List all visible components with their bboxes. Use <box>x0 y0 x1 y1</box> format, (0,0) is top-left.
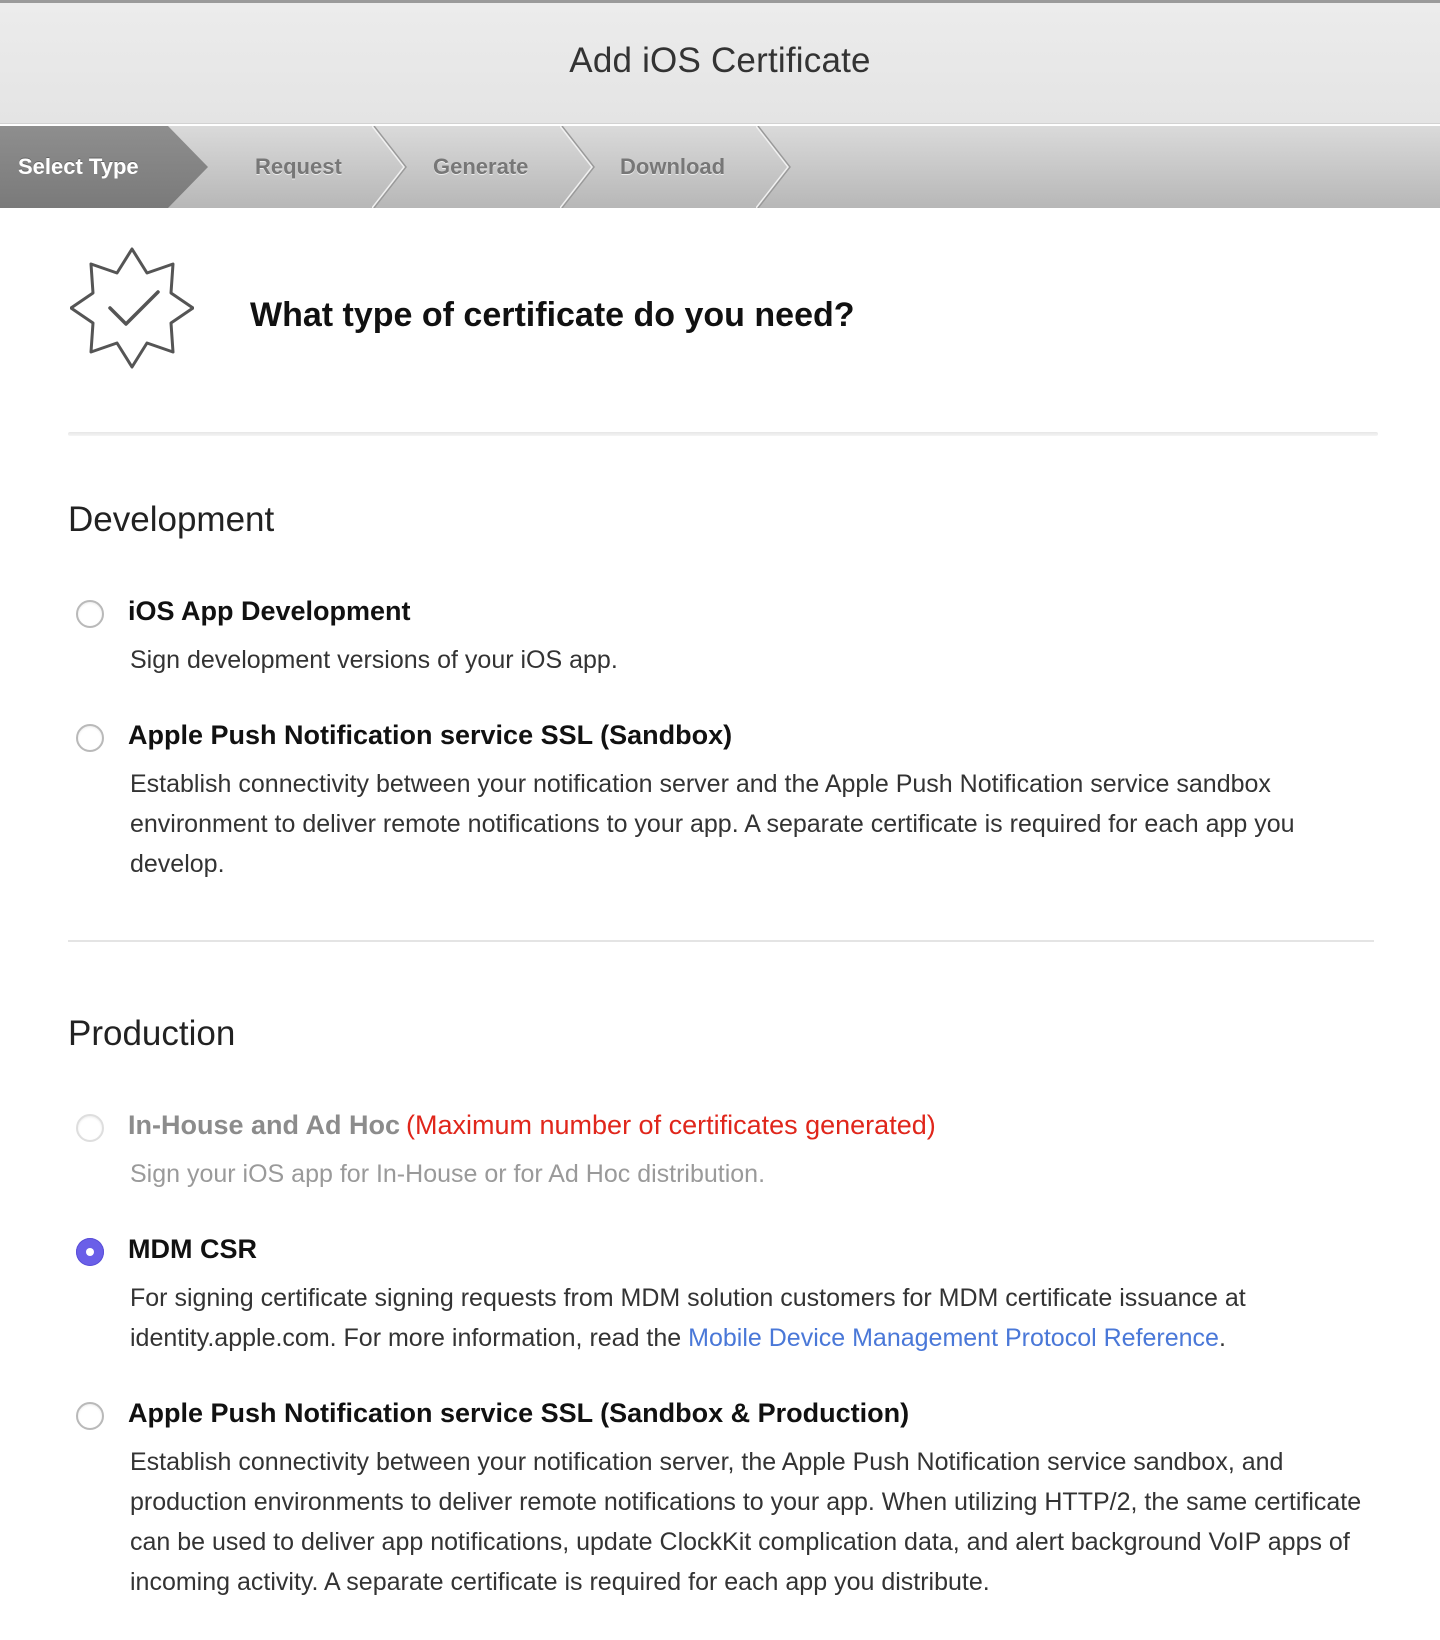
radio-inhouse-adhoc <box>76 1114 104 1142</box>
section-title-development: Development <box>68 500 275 539</box>
option-title-text: In-House and Ad Hoc <box>128 1110 401 1140</box>
divider <box>68 432 1378 436</box>
step-select-type: Select Type <box>0 126 208 208</box>
option-description: Sign development versions of your iOS ap… <box>130 646 618 674</box>
section-title-production: Production <box>68 1014 236 1053</box>
step-generate: Generate <box>433 154 529 179</box>
step-chevron-icon <box>372 126 407 208</box>
mdm-protocol-reference-link[interactable]: Mobile Device Management Protocol Refere… <box>688 1324 1219 1352</box>
option-description: For signing certificate signing requests… <box>130 1278 1378 1358</box>
window-title: Add iOS Certificate <box>569 41 871 80</box>
max-certificates-warning: (Maximum number of certificates generate… <box>406 1110 936 1140</box>
option-title: Apple Push Notification service SSL (San… <box>128 1398 910 1428</box>
option-description: Establish connectivity between your noti… <box>130 1448 1362 1596</box>
certificate-badge-icon <box>70 247 194 369</box>
option-description: Establish connectivity between your noti… <box>130 770 1295 878</box>
step-progress-bar: Select Type Request Generate Download <box>0 126 1440 208</box>
step-chevron-icon <box>756 126 791 208</box>
page-heading: What type of certificate do you need? <box>250 296 855 334</box>
option-title: iOS App Development <box>128 596 411 626</box>
step-request: Request <box>255 154 342 179</box>
option-title: In-House and Ad Hoc (Maximum number of ce… <box>128 1110 936 1141</box>
title-bar: Add iOS Certificate <box>0 0 1440 124</box>
description-end: . <box>1218 1324 1226 1352</box>
option-title: MDM CSR <box>128 1234 257 1264</box>
step-chevron-icon <box>560 126 595 208</box>
divider <box>68 940 1374 942</box>
step-download: Download <box>620 154 726 179</box>
radio-apns-sandbox[interactable] <box>76 724 104 752</box>
radio-ios-app-development[interactable] <box>76 600 104 628</box>
radio-apns-sandbox-production[interactable] <box>76 1402 104 1430</box>
option-description: Sign your iOS app for In-House or for Ad… <box>130 1160 766 1188</box>
option-title: Apple Push Notification service SSL (San… <box>128 720 733 750</box>
radio-mdm-csr[interactable] <box>76 1238 104 1266</box>
